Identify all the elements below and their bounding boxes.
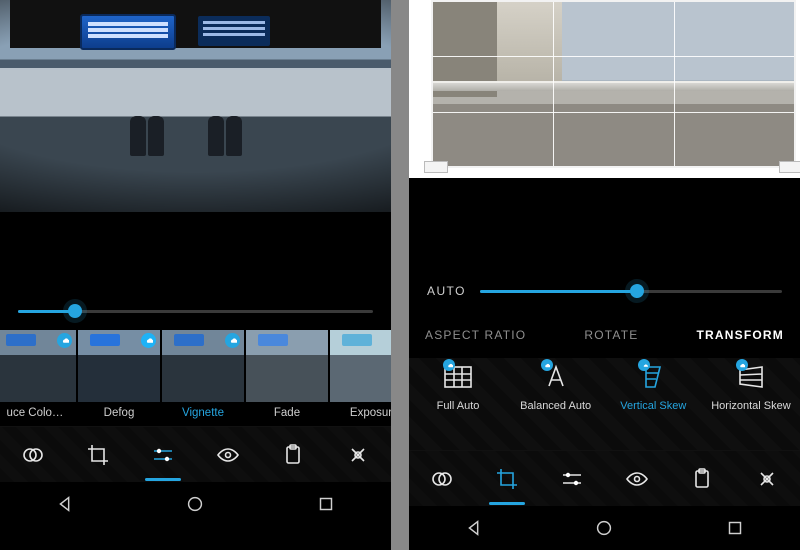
tab-rotate[interactable]: ROTATE [584,328,638,342]
bottom-toolbar [0,426,391,482]
filter-label: Defog [78,402,160,424]
crop-handle-bl-icon[interactable] [425,162,447,172]
transform-presets: Full Auto Balanced Auto Vertical Skew Ho… [409,358,800,450]
grid-icon [441,362,475,392]
cloud-sync-icon [736,359,748,371]
cloud-sync-icon [57,333,72,348]
preset-vertical-skew[interactable]: Vertical Skew [610,362,696,412]
nav-back[interactable] [459,513,489,543]
filter-label: Vignette [162,402,244,424]
tool-clipboard[interactable] [273,435,313,475]
nav-recent[interactable] [311,489,341,519]
cloud-sync-icon [443,359,455,371]
preset-label: Vertical Skew [620,400,686,412]
left-pane: uce Colo… Defog Vignette Fade Exposur [0,0,391,550]
nav-home[interactable] [589,513,619,543]
filter-label: Fade [246,402,328,424]
auto-slider-knob[interactable] [630,284,644,298]
tool-filters[interactable] [422,459,462,499]
cloud-sync-icon [225,333,240,348]
filter-defog[interactable]: Defog [78,330,160,424]
text-skew-icon [539,362,573,392]
nav-recent[interactable] [720,513,750,543]
bottom-toolbar [409,450,800,506]
preset-label: Balanced Auto [520,400,591,412]
auto-slider-row: AUTO [409,270,800,312]
filter-thumb-image [330,330,391,402]
tab-aspect-ratio[interactable]: ASPECT RATIO [425,328,526,342]
filter-thumb-image [246,330,328,402]
preset-balanced-auto[interactable]: Balanced Auto [513,362,599,412]
filter-label: uce Colo… [0,402,76,424]
tool-clipboard[interactable] [682,459,722,499]
slider-knob[interactable] [68,304,82,318]
crop-handle-br-icon[interactable] [780,162,800,172]
filter-thumbnails[interactable]: uce Colo… Defog Vignette Fade Exposur [0,328,391,426]
transform-tabs: ASPECT RATIO ROTATE TRANSFORM [409,312,800,358]
right-pane: AUTO ASPECT RATIO ROTATE TRANSFORM Full Au… [409,0,800,550]
tool-redeye[interactable] [208,435,248,475]
android-navbar [0,482,391,526]
tool-redeye[interactable] [617,459,657,499]
slider-fill [18,310,75,313]
cloud-sync-icon [141,333,156,348]
preset-horizontal-skew[interactable]: Horizontal Skew [708,362,794,412]
filter-vignette[interactable]: Vignette [162,330,244,424]
preset-label: Full Auto [437,400,480,412]
filter-thumb-image [162,330,244,402]
android-navbar [409,506,800,550]
cloud-sync-icon [541,359,553,371]
auto-slider[interactable] [480,290,782,293]
trapezoid-h-icon [734,362,768,392]
filter-reduce-color-noise[interactable]: uce Colo… [0,330,76,424]
filter-label: Exposur [330,402,391,424]
intensity-slider[interactable] [0,294,391,328]
preset-label: Horizontal Skew [711,400,790,412]
tool-adjust[interactable] [143,435,183,475]
tool-heal[interactable] [747,459,787,499]
preview-image[interactable] [0,0,391,212]
tool-adjust[interactable] [552,459,592,499]
auto-label: AUTO [427,284,466,298]
tool-crop[interactable] [78,435,118,475]
trapezoid-v-icon [636,362,670,392]
tab-transform[interactable]: TRANSFORM [697,328,784,342]
tool-heal[interactable] [338,435,378,475]
transform-preview[interactable] [409,0,800,178]
nav-back[interactable] [50,489,80,519]
nav-home[interactable] [180,489,210,519]
preset-full-auto[interactable]: Full Auto [415,362,501,412]
tool-filters[interactable] [13,435,53,475]
filter-thumb-image [78,330,160,402]
tool-crop[interactable] [487,459,527,499]
filter-fade[interactable]: Fade [246,330,328,424]
filter-exposure[interactable]: Exposur [330,330,391,424]
filter-thumb-image [0,330,76,402]
